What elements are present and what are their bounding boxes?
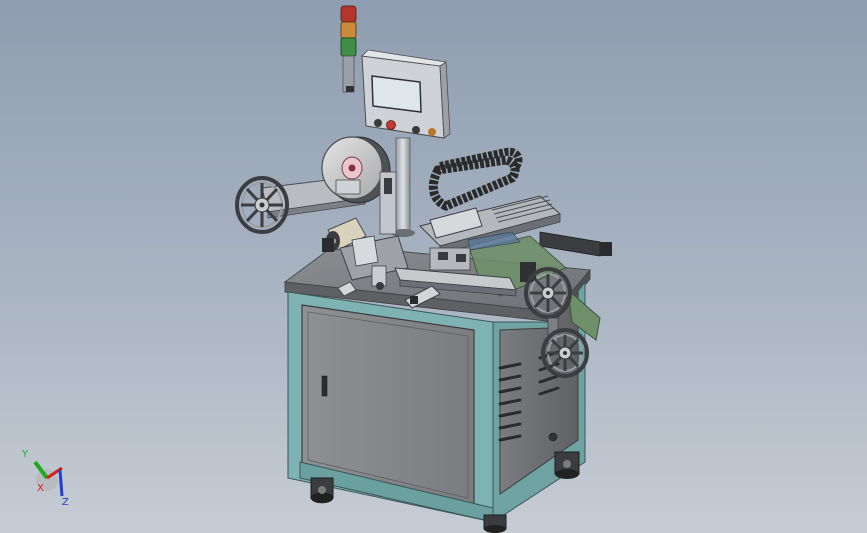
triad-z-axis bbox=[58, 469, 64, 497]
machine-model[interactable]: Y X Z bbox=[0, 0, 867, 533]
signal-light-orange bbox=[340, 21, 357, 39]
hmi-screen[interactable] bbox=[371, 75, 422, 113]
caster-front-right bbox=[483, 514, 507, 533]
hmi-support-pole bbox=[395, 137, 411, 234]
cable-chain[interactable] bbox=[428, 147, 523, 211]
signal-light-red bbox=[340, 5, 357, 23]
signal-light-green bbox=[340, 37, 357, 57]
hmi-panel[interactable] bbox=[361, 49, 451, 139]
signal-tower[interactable] bbox=[340, 5, 357, 93]
orientation-triad[interactable]: Y X Z bbox=[21, 449, 69, 508]
cad-3d-viewport[interactable]: Y X Z bbox=[0, 0, 867, 533]
triad-x-label: X bbox=[37, 483, 44, 494]
door-handle[interactable] bbox=[321, 375, 328, 397]
caster-front-left bbox=[310, 477, 334, 504]
hmi-button-1[interactable] bbox=[374, 119, 382, 127]
caster-back-right bbox=[554, 451, 580, 479]
emergency-stop-button[interactable] bbox=[386, 120, 396, 130]
side-knob[interactable] bbox=[548, 432, 558, 442]
hmi-button-3[interactable] bbox=[412, 126, 420, 134]
triad-y-label: Y bbox=[21, 449, 29, 460]
hmi-button-4[interactable] bbox=[428, 128, 436, 136]
triad-z-label: Z bbox=[62, 497, 69, 508]
